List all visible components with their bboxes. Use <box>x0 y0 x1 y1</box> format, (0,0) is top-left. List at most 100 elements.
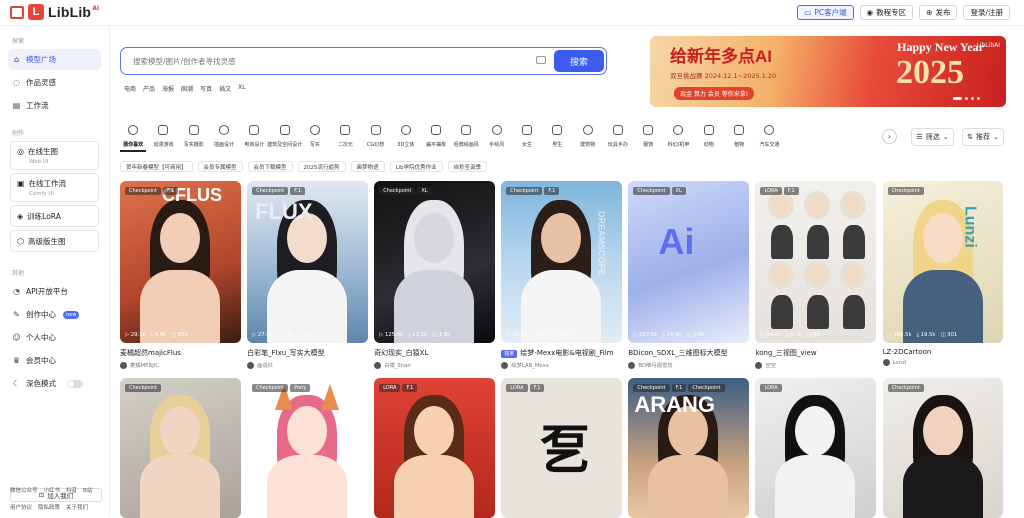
next-arrow-icon[interactable]: › <box>882 129 897 144</box>
sidebar-item-member[interactable]: ♛ 会员中心 <box>8 350 101 371</box>
publish-button[interactable]: ⊕ 发布 <box>919 5 958 20</box>
tab-category[interactable]: 汽车交通 <box>754 125 784 148</box>
quick-tag[interactable]: 电商 <box>124 84 136 93</box>
promo-banner[interactable]: 给新年多点AI 双旦挑战赛 2024.12.1~2025.1.20 现金 算力 … <box>650 36 1006 107</box>
topic-chip[interactable]: 自秒圣诞季 <box>447 161 488 172</box>
carousel-dots[interactable] <box>953 97 980 100</box>
logo[interactable]: L LibLib AI <box>10 4 99 20</box>
sidebar-card-webui[interactable]: ◎ 在线生图 Web UI <box>10 141 99 170</box>
footer-link[interactable]: 抖音 <box>66 486 77 494</box>
model-card[interactable]: DREAMSCOPE Checkpoint F.1 ▷ 16.7k ⤓ 1.5k ◫ 1.… <box>501 181 622 369</box>
model-thumbnail[interactable]: FLUX Checkpoint F.1 ▷ 27.6k ⤓ 2.7k ◫ 472 <box>247 181 368 343</box>
footer-link[interactable]: 隐私政策 <box>38 503 60 511</box>
model-card[interactable]: Ai Checkpoint XL ▷ 257.5k ⤓ 14.4k ◫ 1.0k BDico… <box>628 181 749 369</box>
model-author[interactable]: 绘梦LAB_Mexx <box>501 361 622 369</box>
model-card[interactable]: Checkpoint XL ▷ 125.8k ⤓ 13.2k ◫ 1.9k 奇幻现实_白猿… <box>374 181 495 369</box>
model-thumbnail[interactable]: ARANG Checkpoint F.1 Checkpoint <box>628 378 749 518</box>
sidebar-item-creator[interactable]: ✎ 创作中心 new <box>8 304 101 325</box>
model-title[interactable]: kong_三视图_view <box>755 348 876 358</box>
dark-mode-toggle[interactable] <box>67 379 83 388</box>
model-author[interactable]: 白猿_Shan <box>374 361 495 369</box>
sidebar-item-model-square[interactable]: ⌂ 模型广场 <box>8 49 101 70</box>
sidebar-item-inspiration[interactable]: ◌ 作品灵感 <box>8 72 101 93</box>
tab-category[interactable]: 经典绘画风 <box>451 125 481 148</box>
model-thumbnail[interactable]: CFLUS Checkpoint F.1 ▷ 29.1k ⤓ 4.8k ◫ 892 <box>120 181 241 343</box>
model-card[interactable]: Checkpoint Pony <box>247 378 368 518</box>
tab-category[interactable]: 扁平抽象 <box>421 125 451 148</box>
model-card[interactable]: Checkpoint <box>882 378 1004 518</box>
model-card[interactable]: Checkpoint <box>120 378 241 518</box>
model-card[interactable]: CFLUS Checkpoint F.1 ▷ 29.1k ⤓ 4.8k ◫ 892 麦橘超然… <box>120 181 241 369</box>
model-title[interactable]: BDicon_SDXL_三维图标大模型 <box>628 348 749 358</box>
footer-link[interactable]: 小红书 <box>44 486 61 494</box>
camera-icon[interactable] <box>536 56 546 64</box>
model-card[interactable]: LORA F.1 ▷ 34.2k ⤓ 3.7k ◫ 86 kong_三视图_view 空空 <box>755 181 877 369</box>
model-thumbnail[interactable]: LORA <box>755 378 877 518</box>
topic-chip[interactable]: Lib学院优秀作业 <box>389 161 443 172</box>
model-card[interactable]: 乭 LORA F.1 <box>501 378 622 518</box>
topic-chip[interactable]: 贺年新春模型【可商用】 <box>120 161 193 172</box>
tab-category[interactable]: 写实 <box>300 125 330 148</box>
sidebar-card-train-lora[interactable]: ◈ 训练LoRA <box>10 205 99 227</box>
model-thumbnail[interactable]: LORA F.1 ▷ 34.2k ⤓ 3.7k ◫ 86 <box>755 181 877 343</box>
tab-category[interactable]: 男生 <box>542 125 572 148</box>
model-thumbnail[interactable]: Lunzi Checkpoint ▷ 165.5k ⤓ 19.5k ◫ 301 <box>882 181 1004 343</box>
model-thumbnail[interactable]: Checkpoint XL ▷ 125.8k ⤓ 13.2k ◫ 1.9k <box>374 181 495 343</box>
quick-tag[interactable]: XL <box>238 84 245 93</box>
quick-tag[interactable]: 写真 <box>200 84 212 93</box>
footer-link[interactable]: 关于我们 <box>66 503 88 511</box>
footer-link[interactable]: 用户协议 <box>10 503 32 511</box>
search-input[interactable] <box>133 56 533 66</box>
model-thumbnail[interactable]: Checkpoint <box>882 378 1004 518</box>
tab-category[interactable]: 动物 <box>694 125 724 148</box>
quick-tag[interactable]: 国潮 <box>181 84 193 93</box>
tutorial-button[interactable]: ◉ 教程专区 <box>859 5 914 20</box>
quick-tag[interactable]: 产品 <box>143 84 155 93</box>
tab-category[interactable]: 手绘风 <box>482 125 512 148</box>
sidebar-item-workflow[interactable]: ▤ 工作流 <box>8 95 101 116</box>
tab-category[interactable]: 植物 <box>724 125 754 148</box>
login-button[interactable]: 登录/注册 <box>963 5 1010 20</box>
search-button[interactable]: 搜索 <box>554 50 604 72</box>
model-card[interactable]: FLUX Checkpoint F.1 ▷ 27.6k ⤓ 2.7k ◫ 472 白彩笔_F… <box>247 181 368 369</box>
sidebar-item-personal[interactable]: ☺ 个人中心 <box>8 327 101 348</box>
quick-tag[interactable]: 海报 <box>162 84 174 93</box>
tab-category[interactable]: 建筑物 <box>572 125 602 148</box>
quick-tag[interactable]: 插文 <box>219 84 231 93</box>
model-thumbnail[interactable]: 乭 LORA F.1 <box>501 378 622 518</box>
sort-button[interactable]: ⇅ 推荐 ⌄ <box>962 128 1004 146</box>
model-thumbnail[interactable]: Checkpoint Pony <box>247 378 368 518</box>
topic-chip[interactable]: 会员下载模型 <box>247 161 293 172</box>
model-author[interactable]: 麦橘MERJIC <box>120 361 241 369</box>
tab-category[interactable]: 女生 <box>512 125 542 148</box>
topic-chip[interactable]: 会员专属模型 <box>197 161 243 172</box>
model-card[interactable]: ARANG Checkpoint F.1 Checkpoint <box>628 378 749 518</box>
tab-category[interactable]: 猜你喜欢 <box>118 125 148 148</box>
model-title[interactable]: 奇幻现实_白猿XL <box>374 348 495 358</box>
model-thumbnail[interactable]: Ai Checkpoint XL ▷ 257.5k ⤓ 14.4k ◫ 1.0k <box>628 181 749 343</box>
tab-category[interactable]: 电商设计 <box>239 125 269 148</box>
model-thumbnail[interactable]: DREAMSCOPE Checkpoint F.1 ▷ 16.7k ⤓ 1.5k ◫ 1.… <box>501 181 622 343</box>
tab-category[interactable]: 写实摄影 <box>179 125 209 148</box>
model-title[interactable]: 麦橘超然majicFlus <box>120 348 241 358</box>
sidebar-toggle-icon[interactable] <box>10 5 24 19</box>
model-author[interactable]: 画说红 <box>247 361 368 369</box>
tab-category[interactable]: CG幻想 <box>360 125 390 148</box>
tab-category[interactable]: 3D立体 <box>391 125 421 148</box>
model-author[interactable]: Lunzi <box>882 359 1004 366</box>
sidebar-card-comfyui[interactable]: ▣ 在线工作流 Comfy UI <box>10 173 99 202</box>
model-author[interactable]: BD唯丹视觉坊 <box>628 361 749 369</box>
model-card[interactable]: LORA <box>755 378 877 518</box>
pc-client-button[interactable]: ▭ PC客户端 <box>797 5 854 20</box>
model-title[interactable]: 白彩笔_Flxu_写实大模型 <box>247 348 368 358</box>
tab-category[interactable]: 插画设计 <box>209 125 239 148</box>
model-author[interactable]: 空空 <box>755 361 876 369</box>
tab-category[interactable]: 建筑及空间设计 <box>267 125 302 148</box>
model-title[interactable]: LZ-2DCartoon <box>883 348 1004 356</box>
sidebar-item-api[interactable]: ◔ API开放平台 <box>8 281 101 302</box>
model-thumbnail[interactable]: LORA F.1 <box>374 378 495 518</box>
topic-chip[interactable]: 2025流行趋势 <box>297 161 346 172</box>
model-title[interactable]: 独家 绘梦-Mexx电影&电视剧_Film <box>501 348 622 358</box>
model-thumbnail[interactable]: Checkpoint <box>120 378 241 518</box>
footer-link[interactable]: B站 <box>83 486 92 494</box>
